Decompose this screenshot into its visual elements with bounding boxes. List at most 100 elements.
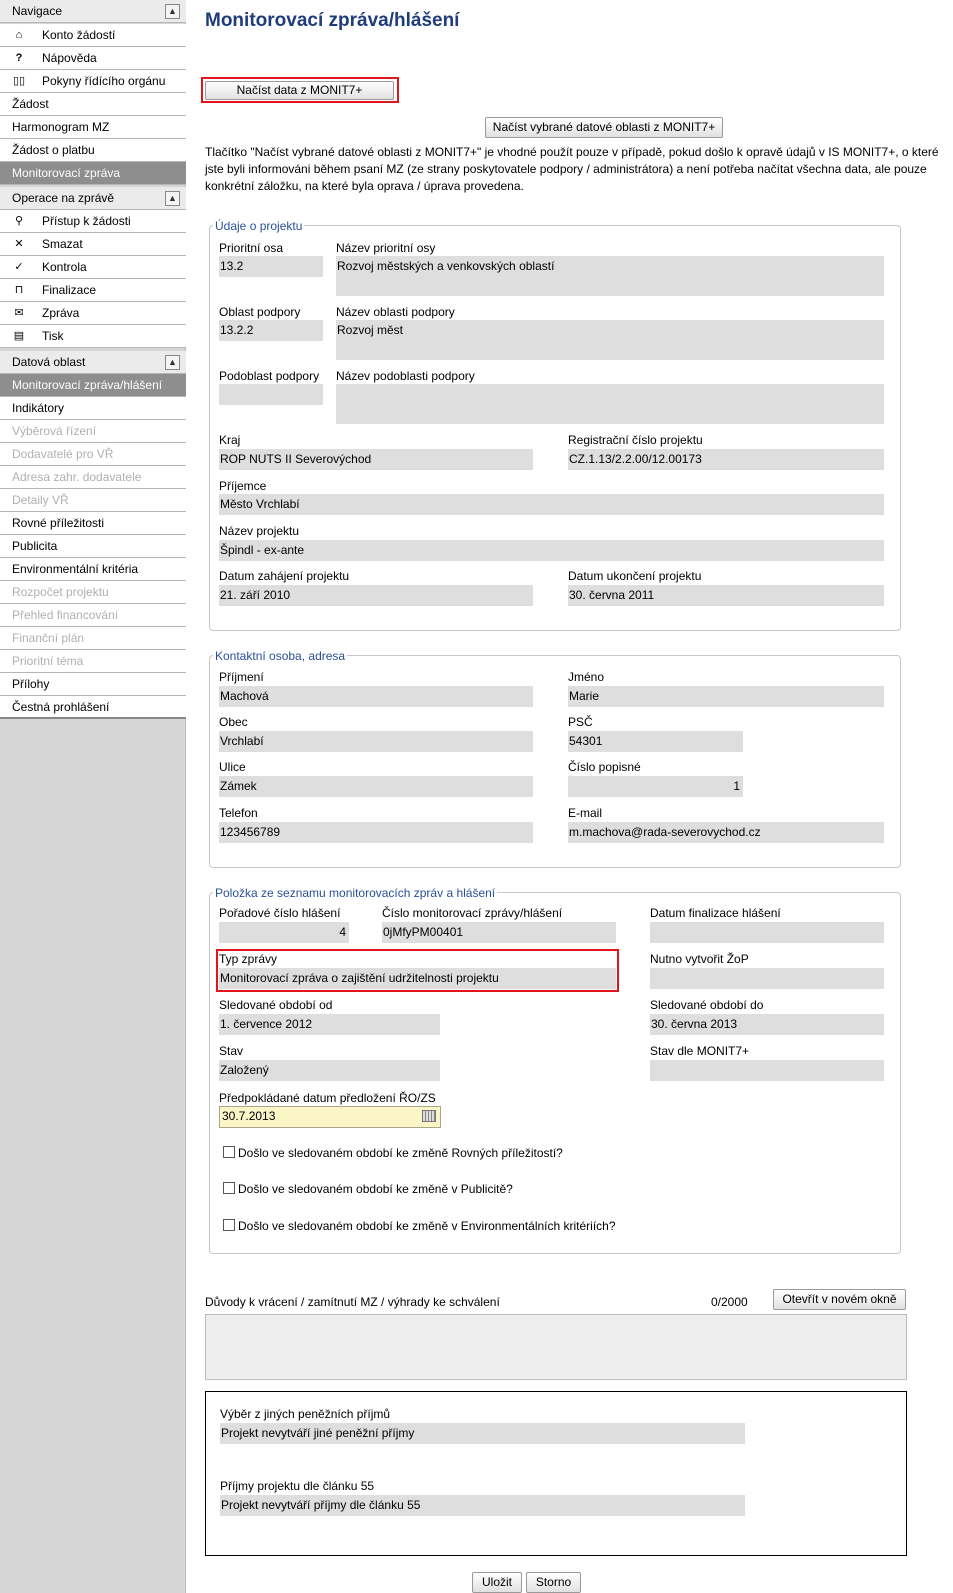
obdobi-do-label: Sledované období do [650, 998, 764, 1012]
nav-header: Navigace ▲ [0, 0, 186, 23]
datum-finalizace-value [650, 922, 884, 943]
jmeno-value: Marie [568, 686, 884, 707]
sidebar-item-monitorovaci-zprava[interactable]: Monitorovací zpráva [0, 162, 186, 185]
sidebar-item-smazat[interactable]: ✕ Smazat [0, 233, 186, 256]
sidebar-item-mz-hlaseni[interactable]: Monitorovací zpráva/hlášení [0, 374, 186, 397]
stav-monit-label: Stav dle MONIT7+ [650, 1044, 750, 1058]
sidebar-item-label: Tisk [42, 329, 64, 343]
obdobi-do-value: 30. června 2013 [650, 1014, 884, 1035]
nazev-podoblasti-label: Název podoblasti podpory [336, 369, 475, 383]
obdobi-od-value: 1. července 2012 [219, 1014, 440, 1035]
data-header: Datová oblast ▲ [0, 351, 186, 374]
open-new-window-button[interactable]: Otevřít v novém okně [773, 1289, 906, 1310]
publicita-checkbox[interactable] [223, 1182, 235, 1194]
jine-prijmy-value: Projekt nevytváří jiné peněžní příjmy [220, 1423, 745, 1444]
sidebar-item-konto[interactable]: ⌂ Konto žádostí [0, 24, 186, 47]
calendar-icon[interactable] [422, 1110, 436, 1122]
stav-label: Stav [219, 1044, 244, 1058]
nazev-projektu-value: Špindl - ex-ante [219, 540, 884, 561]
kraj-label: Kraj [219, 433, 241, 447]
collapse-icon[interactable]: ▲ [165, 4, 180, 19]
sidebar-item-tisk[interactable]: ▤ Tisk [0, 325, 186, 348]
prijmy-cl55-value: Projekt nevytváří příjmy dle článku 55 [220, 1495, 745, 1516]
prioritni-osa-value: 13.2 [219, 256, 323, 277]
sidebar-item-label: Přístup k žádosti [42, 214, 131, 228]
data-header-label: Datová oblast [12, 355, 86, 369]
duvody-textarea[interactable] [205, 1314, 907, 1380]
zahajeni-value: 21. září 2010 [219, 585, 533, 606]
psc-label: PSČ [568, 715, 593, 729]
sidebar-item-indikatory[interactable]: Indikátory [0, 397, 186, 420]
predpoklad-datum-label: Předpokládané datum předložení ŘO/ZS [219, 1091, 436, 1105]
rovne-prilezitosti-checkbox[interactable] [223, 1146, 235, 1158]
publicita-label: Došlo ve sledovaném období ke změně v Pu… [238, 1182, 513, 1196]
prijmeni-label: Příjmení [219, 670, 264, 684]
sidebar-item-zadost[interactable]: Žádost [0, 93, 186, 116]
home-icon: ⌂ [15, 29, 23, 41]
sidebar-item-prilohy[interactable]: Přílohy [0, 673, 186, 696]
psc-value: 54301 [568, 731, 743, 752]
obec-value: Vrchlabí [219, 731, 533, 752]
print-icon: ▤ [13, 330, 25, 342]
duvody-counter: 0/2000 [711, 1295, 748, 1309]
podoblast-label: Podoblast podpory [219, 369, 320, 383]
sidebar-item-label: Finalizace [42, 283, 97, 297]
sidebar-item-zadost-platba[interactable]: Žádost o platbu [0, 139, 186, 162]
sidebar-item-napoveda[interactable]: ? Nápověda [0, 47, 186, 70]
nazev-oblasti-value: Rozvoj měst [336, 320, 884, 360]
ulice-label: Ulice [219, 760, 246, 774]
cancel-button[interactable]: Storno [526, 1572, 581, 1593]
email-value: m.machova@rada-severovychod.cz [568, 822, 884, 843]
sidebar-item-rovne-prilezitosti[interactable]: Rovné příležitosti [0, 512, 186, 535]
prijmeni-value: Machová [219, 686, 533, 707]
predpoklad-datum-input[interactable]: 30.7.2013 [219, 1106, 441, 1128]
load-monit-button[interactable]: Načíst data z MONIT7+ [205, 81, 394, 100]
lock-icon: ⊓ [14, 284, 24, 296]
poradove-cislo-label: Pořadové číslo hlášení [219, 906, 341, 920]
duvody-label: Důvody k vrácení / zamítnutí MZ / výhrad… [205, 1295, 500, 1309]
environmentalni-checkbox[interactable] [223, 1219, 235, 1231]
sidebar-item-cestna-prohlaseni[interactable]: Čestná prohlášení [0, 696, 186, 719]
page-title: Monitorovací zpráva/hlášení [205, 10, 460, 31]
sidebar-item-kontrola[interactable]: ✓ Kontrola [0, 256, 186, 279]
sidebar-item-environmentalni[interactable]: Environmentální kritéria [0, 558, 186, 581]
nav-header-label: Navigace [12, 4, 63, 18]
email-label: E-mail [568, 806, 603, 820]
telefon-value: 123456789 [219, 822, 533, 843]
contact-legend: Kontaktní osoba, adresa [213, 649, 348, 663]
sidebar-item-harmonogram[interactable]: Harmonogram MZ [0, 116, 186, 139]
reg-cislo-value: CZ.1.13/2.2.00/12.00173 [568, 449, 884, 470]
sidebar-item-zprava[interactable]: ✉ Zpráva [0, 302, 186, 325]
nazev-osy-label: Název prioritní osy [336, 241, 436, 255]
sidebar-item-publicita[interactable]: Publicita [0, 535, 186, 558]
sidebar-item-detaily-vr: Detaily VŘ [0, 489, 186, 512]
stav-value: Založený [219, 1060, 440, 1081]
collapse-icon[interactable]: ▲ [165, 355, 180, 370]
load-selected-monit-button[interactable]: Načíst vybrané datové oblasti z MONIT7+ [485, 117, 723, 138]
rovne-prilezitosti-label: Došlo ve sledovaném období ke změně Rovn… [238, 1146, 563, 1160]
obdobi-od-label: Sledované období od [219, 998, 333, 1012]
nazev-oblasti-label: Název oblasti podpory [336, 305, 455, 319]
sidebar-item-pristup[interactable]: ⚲ Přístup k žádosti [0, 210, 186, 233]
sidebar-item-label: Kontrola [42, 260, 87, 274]
collapse-icon[interactable]: ▲ [165, 191, 180, 206]
nutno-zop-value [650, 968, 884, 989]
ukonceni-label: Datum ukončení projektu [568, 569, 702, 583]
ulice-value: Zámek [219, 776, 533, 797]
zahajeni-label: Datum zahájení projektu [219, 569, 350, 583]
poradove-cislo-value: 4 [219, 922, 349, 943]
help-icon: ? [15, 52, 23, 64]
kraj-value: ROP NUTS II Severovýchod [219, 449, 533, 470]
cislo-mz-value: 0jMfyPM00401 [382, 922, 616, 943]
predpoklad-datum-value: 30.7.2013 [222, 1109, 276, 1123]
sidebar-item-dodavatele: Dodavatelé pro VŘ [0, 443, 186, 466]
sidebar-item-financni-plan: Finanční plán [0, 627, 186, 650]
check-icon: ✓ [14, 261, 24, 273]
save-button[interactable]: Uložit [472, 1572, 522, 1593]
sidebar-item-rozpocet: Rozpočet projektu [0, 581, 186, 604]
sidebar-item-pokyny[interactable]: ▯▯ Pokyny řídícího orgánu [0, 70, 186, 93]
sidebar-item-label: Zpráva [42, 306, 80, 320]
intro-text: Tlačítko "Načíst vybrané datové oblasti … [205, 145, 939, 193]
jmeno-label: Jméno [568, 670, 605, 684]
sidebar-item-finalizace[interactable]: ⊓ Finalizace [0, 279, 186, 302]
